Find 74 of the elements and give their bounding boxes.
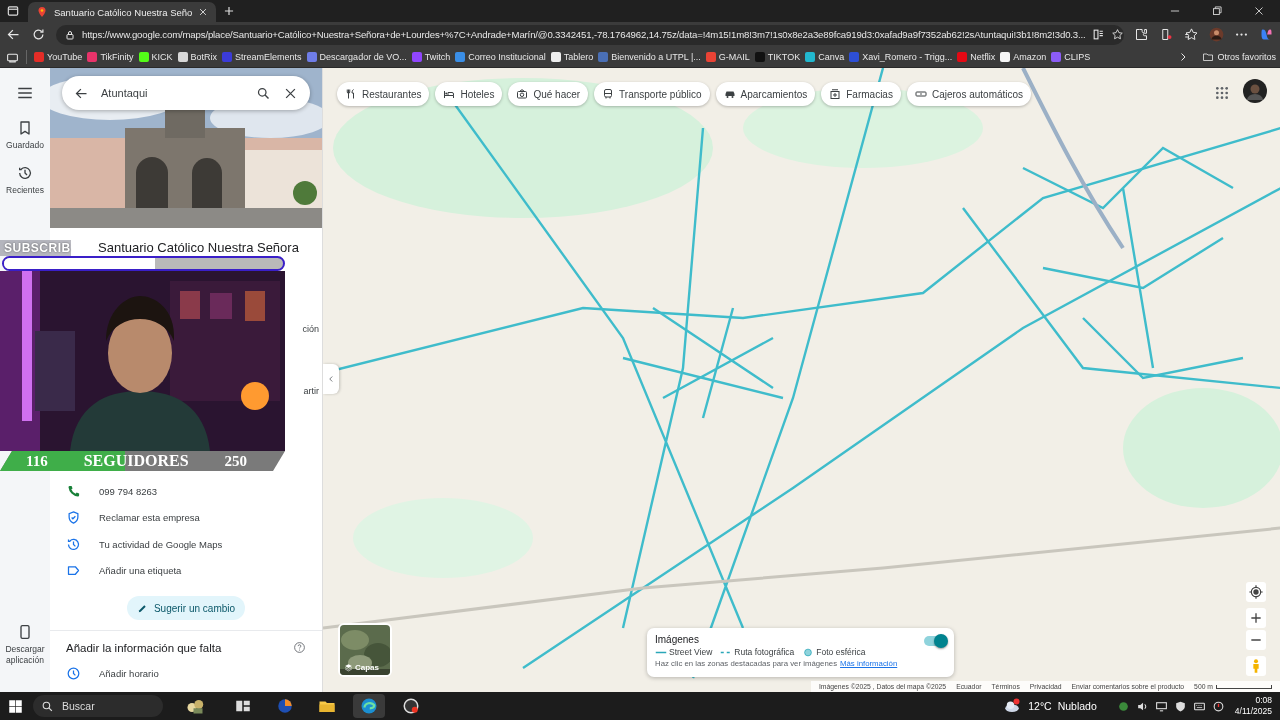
network-icon[interactable] (1154, 699, 1168, 713)
reload-icon[interactable] (31, 27, 46, 42)
bookmark-link[interactable]: Xavi_Romero - Trigg... (849, 52, 953, 62)
partial-text: artir (303, 386, 319, 396)
help-icon[interactable] (293, 641, 306, 654)
detail-text[interactable]: Añadir una etiqueta (99, 565, 182, 577)
bookmark-link[interactable]: G-MAIL (705, 52, 750, 62)
followers-count: 116 (26, 452, 48, 470)
bookmark-icon (17, 120, 33, 136)
recents-button[interactable]: Recientes (3, 165, 47, 196)
history-icon (17, 165, 33, 181)
taskbar-search-bar[interactable]: Buscar (33, 695, 163, 717)
partial-text: ción (302, 324, 319, 334)
section-heading: Añadir la información que falta (66, 641, 222, 654)
followers-label: SEGUIDORES (83, 452, 189, 470)
browser-tab[interactable]: Santuario Católico Nuestra Seño (28, 2, 216, 22)
bookmark-link[interactable]: Amazon (1000, 52, 1047, 62)
clock-button[interactable]: 0:08 4/11/2025 (1234, 695, 1272, 717)
other-favorites-link[interactable]: Otros favoritos (1202, 51, 1276, 63)
bookmark-link[interactable]: Canva (805, 52, 845, 62)
clock-icon (66, 665, 81, 681)
app-status-icon[interactable] (1116, 699, 1130, 713)
subscribers-label: SUBSCRIB (0, 240, 71, 256)
suggest-edit-button[interactable]: Sugerir un cambio (126, 596, 246, 620)
copilot-icon[interactable] (1259, 27, 1274, 42)
map-pin-icon (36, 6, 48, 18)
search-icon (41, 699, 54, 713)
bookmark-link[interactable]: BotRix (177, 52, 218, 62)
bookmark-link[interactable]: TikFinity (87, 52, 134, 62)
add-hours-link[interactable]: Añadir horario (99, 667, 159, 679)
bookmark-link[interactable]: Correo Institucional (455, 52, 546, 62)
detail-text[interactable]: Reclamar esta empresa (99, 512, 200, 524)
restore-icon[interactable] (1210, 4, 1224, 18)
bookmark-link[interactable]: YouTube (34, 52, 83, 62)
power-icon[interactable] (1211, 699, 1225, 713)
smartphone-icon (17, 624, 33, 640)
bookmark-link[interactable]: KICK (138, 52, 173, 62)
taskbar-search-field[interactable]: Buscar (62, 700, 155, 712)
history-icon (66, 536, 81, 552)
bookmark-link[interactable]: CLIPS (1051, 52, 1091, 62)
saved-button[interactable]: Guardado (3, 120, 47, 151)
pencil-icon (136, 602, 148, 614)
bookmark-link[interactable]: StreamElements (222, 52, 302, 62)
reader-icon[interactable] (1091, 28, 1105, 41)
bookmark-link[interactable]: TIKTOK (754, 52, 801, 62)
folder-icon (1202, 51, 1215, 63)
detail-text[interactable]: Tu actividad de Google Maps (99, 538, 223, 550)
address-bar[interactable]: https://www.google.com/maps/place/Santuario+Católico+Nuestra+Señora+de+Lourdes+%7C+Andrade+Marín/@0.3342451,-78.1764962,14.75z/data=!4m15!1m8!3m7!1s0x8e2a3e89fca919d3:0xafad9a9f7352ab62!2sAtuntaqui!3b1!8m2!3d0.3... (56, 24, 1124, 45)
close-icon[interactable] (198, 7, 209, 17)
shield-check-icon (66, 510, 81, 526)
followers-goal: 250 (224, 452, 247, 470)
tab-actions-icon[interactable] (6, 4, 20, 18)
start-icon[interactable] (8, 698, 23, 714)
profile-avatar-icon[interactable] (1209, 27, 1224, 42)
bookmark-link[interactable]: Twitch (411, 52, 451, 62)
detail-text: 099 794 8263 (99, 485, 158, 497)
new-tab-icon[interactable] (222, 4, 236, 18)
weather-condition: Nublado (1057, 700, 1097, 712)
collections-icon[interactable] (1159, 27, 1174, 42)
shield-icon[interactable] (1173, 699, 1187, 713)
favorites-icon[interactable] (1184, 27, 1199, 42)
back-arrow-icon[interactable] (6, 27, 21, 42)
star-icon[interactable] (1110, 28, 1124, 41)
bookmark-link[interactable]: Descargador de VO... (306, 52, 407, 62)
bookmark-link[interactable]: Netflix (957, 52, 996, 62)
recorder-icon[interactable] (402, 697, 420, 715)
temperature-text: 12°C (1028, 700, 1052, 712)
phone-icon (66, 483, 81, 499)
bookmark-link[interactable]: Bienvenido a UTPL |... (598, 52, 701, 62)
lock-icon (64, 28, 76, 41)
browser-icon[interactable] (276, 697, 294, 715)
bookmark-link[interactable]: Tablero (550, 52, 594, 62)
download-app-button[interactable]: Descargar aplicación (3, 624, 47, 666)
edge-browser-icon[interactable] (360, 697, 378, 715)
